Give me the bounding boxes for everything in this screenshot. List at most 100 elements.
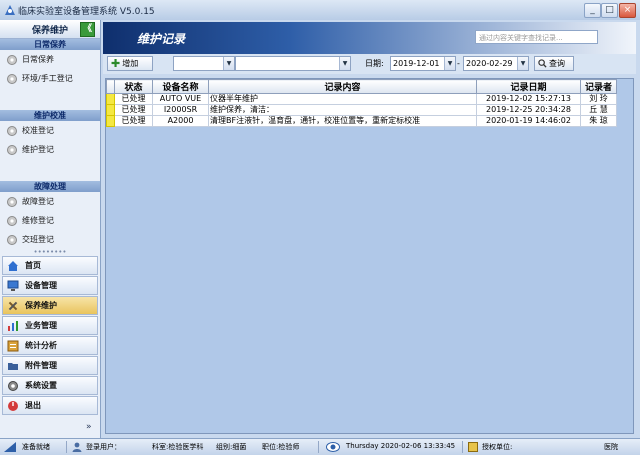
cell-recorder: 朱 琼 <box>580 115 617 127</box>
row-indicator <box>106 104 115 116</box>
magnifier-icon <box>538 59 547 68</box>
cell-date: 2019-12-02 15:27:13 <box>476 93 581 105</box>
column-header-date[interactable]: 记录日期 <box>476 79 581 94</box>
sidebar-item-env-manual-log[interactable]: 环境/手工登记 <box>6 72 73 86</box>
monitor-icon <box>7 280 19 291</box>
nav-device-management[interactable]: 设备管理 <box>2 276 98 295</box>
power-icon <box>8 401 18 411</box>
date-label: 日期: <box>365 59 384 68</box>
row-indicator <box>106 93 115 105</box>
column-header-device-name[interactable]: 设备名称 <box>152 79 209 94</box>
settings-icon <box>8 381 18 391</box>
chevron-down-icon: ▼ <box>339 57 350 70</box>
status-group: 组别:细菌 <box>216 443 247 451</box>
gear-icon <box>7 54 17 65</box>
sidebar: 保养维护 《 日常保养 日常保养 环境/手工登记 维护校准 校准登记 维护登记 … <box>0 20 101 438</box>
column-header-recorder[interactable]: 记录者 <box>580 79 617 94</box>
sidebar-title: 保养维护 <box>32 26 69 36</box>
cell-date: 2019-12-25 20:34:28 <box>476 104 581 116</box>
sidebar-item-shift-log[interactable]: 交班登记 <box>6 233 54 247</box>
toolbar: ✚ 增加 ▼ ▼ 日期: 2019-12-01 ▼ - 2020-02-29 ▼ … <box>103 54 636 74</box>
sidebar-divider: •••••••• <box>33 248 67 256</box>
minimize-button[interactable]: _ <box>584 3 601 18</box>
sidebar-item-maintenance-log[interactable]: 维护登记 <box>6 143 54 157</box>
status-user: 登录用户： <box>86 443 121 451</box>
title-bar: 临床实验室设备管理系统 V5.0.15 _ □ × <box>0 0 640 21</box>
column-header-status[interactable]: 状态 <box>114 79 153 94</box>
nav-attachment-management[interactable]: 附件管理 <box>2 356 98 375</box>
nav-statistics[interactable]: 统计分析 <box>2 336 98 355</box>
plus-icon: ✚ <box>111 57 121 70</box>
cell-content: 维护保养，清洁： <box>208 104 477 116</box>
chart-icon <box>8 321 18 331</box>
status-divider <box>318 441 319 453</box>
gear-icon <box>7 215 17 226</box>
search-input[interactable]: 通过内容关键字查找记录... <box>475 30 598 44</box>
collapse-sidebar-button[interactable]: 《 <box>80 22 95 37</box>
stats-icon <box>7 340 19 352</box>
sidebar-header: 保养维护 《 <box>0 20 100 39</box>
date-from-picker[interactable]: 2019-12-01 ▼ <box>390 56 456 71</box>
nav-maintenance[interactable]: 保养维护 <box>2 296 98 315</box>
cell-date: 2020-01-19 14:46:02 <box>476 115 581 127</box>
cell-status: 已处理 <box>114 93 153 105</box>
cell-status: 已处理 <box>114 115 153 127</box>
page-title: 维护记录 <box>137 32 186 46</box>
gear-icon <box>7 73 17 84</box>
status-org: 授权单位: <box>482 443 513 451</box>
sidebar-item-repair-log[interactable]: 维修登记 <box>6 214 54 228</box>
records-grid: 状态 设备名称 记录内容 记录日期 记录者 已处理 AUTO VUE 仪器半年维… <box>105 78 634 434</box>
column-header-content[interactable]: 记录内容 <box>208 79 477 94</box>
status-ready: 准备就绪 <box>22 443 50 451</box>
window-title: 临床实验室设备管理系统 V5.0.15 <box>18 7 155 17</box>
close-button[interactable]: × <box>619 3 636 18</box>
nav-business-management[interactable]: 业务管理 <box>2 316 98 335</box>
device-name-combo[interactable]: ▼ <box>235 56 351 71</box>
cell-device-name: AUTO VUE <box>152 93 209 105</box>
eye-icon <box>326 442 340 452</box>
chevron-down-icon: ▼ <box>223 57 234 70</box>
add-button[interactable]: ✚ 增加 <box>107 56 153 71</box>
cell-recorder: 刘 玲 <box>580 93 617 105</box>
row-indicator-header <box>106 79 115 94</box>
status-bar: 准备就绪 登录用户： 科室:检验医学科 组别:细菌 职位:检验师 Thursda… <box>0 438 640 455</box>
query-button[interactable]: 查询 <box>534 56 574 71</box>
sidebar-item-daily-maintenance[interactable]: 日常保养 <box>6 53 54 67</box>
device-type-combo[interactable]: ▼ <box>173 56 235 71</box>
table-row[interactable]: 已处理 AUTO VUE 仪器半年维护 2019-12-02 15:27:13 … <box>106 93 617 105</box>
chevron-down-icon: ▼ <box>517 57 528 70</box>
gear-icon <box>7 234 17 245</box>
sidebar-item-calibration-log[interactable]: 校准登记 <box>6 124 54 138</box>
records-table: 状态 设备名称 记录内容 记录日期 记录者 已处理 AUTO VUE 仪器半年维… <box>106 79 617 127</box>
license-icon <box>468 442 478 452</box>
cell-device-name: I2000SR <box>152 104 209 116</box>
gear-icon <box>7 196 17 207</box>
more-nav-button[interactable]: » <box>86 422 92 432</box>
tools-icon <box>8 301 18 311</box>
table-row[interactable]: 已处理 A2000 清理BF注液针，温育盘，通针，校准位置等，重新定标校准 20… <box>106 115 617 127</box>
group-maintenance-calibration: 维护校准 <box>0 110 100 121</box>
nav-exit[interactable]: 退出 <box>2 396 98 415</box>
maximize-button[interactable]: □ <box>601 3 618 18</box>
nav-system-settings[interactable]: 系统设置 <box>2 376 98 395</box>
row-indicator <box>106 115 115 127</box>
page-header: 维护记录 通过内容关键字查找记录... <box>103 22 636 54</box>
cell-content: 清理BF注液针，温育盘，通针，校准位置等，重新定标校准 <box>208 115 477 127</box>
cell-device-name: A2000 <box>152 115 209 127</box>
group-fault-handling: 故障处理 <box>0 181 100 192</box>
cell-content: 仪器半年维护 <box>208 93 477 105</box>
status-datetime: Thursday 2020-02-06 13:33:45 <box>346 442 456 450</box>
gear-icon <box>7 125 17 136</box>
chevron-down-icon: ▼ <box>444 57 455 70</box>
cell-status: 已处理 <box>114 104 153 116</box>
status-role: 职位:检验师 <box>262 443 300 451</box>
user-icon <box>72 442 82 452</box>
sidebar-item-fault-log[interactable]: 故障登记 <box>6 195 54 209</box>
table-row[interactable]: 已处理 I2000SR 维护保养，清洁： 2019-12-25 20:34:28… <box>106 104 617 116</box>
cell-recorder: 丘 慧 <box>580 104 617 116</box>
nav-home[interactable]: 首页 <box>2 256 98 275</box>
status-divider <box>462 441 463 453</box>
signal-icon <box>4 442 16 452</box>
date-separator: - <box>457 59 460 68</box>
date-to-picker[interactable]: 2020-02-29 ▼ <box>463 56 529 71</box>
